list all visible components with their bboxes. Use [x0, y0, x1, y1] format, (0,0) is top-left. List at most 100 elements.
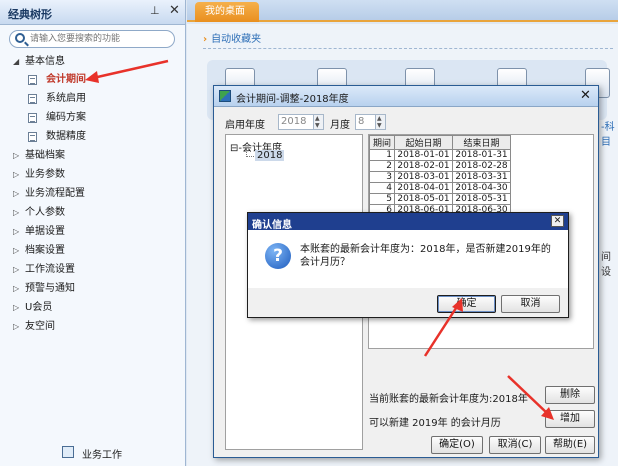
close-icon[interactable]: ✕ [551, 215, 564, 227]
business-work-icon [62, 446, 74, 458]
table-cell: 2018-04-01 [394, 182, 453, 194]
caret-right-icon: ▷ [13, 246, 20, 255]
tree-item-label: 会计期间 [46, 74, 86, 85]
chevron-right-icon: › [203, 34, 208, 45]
help-button[interactable]: 帮助(E) [545, 436, 595, 454]
column-header[interactable]: 结束日期 [452, 135, 511, 150]
spinner-buttons[interactable]: ▲ ▼ [313, 115, 323, 129]
caret-right-icon: ▷ [13, 303, 20, 312]
tree-connector [246, 149, 254, 157]
table-row[interactable]: 2 2018-02-01 2018-02-28 [369, 160, 511, 172]
document-icon [28, 94, 37, 104]
caret-right-icon: ▷ [13, 189, 20, 198]
table-cell: 3 [369, 171, 395, 183]
document-icon [28, 132, 37, 142]
tab-strip: 我的桌面 [187, 0, 618, 22]
column-header[interactable]: 起始日期 [394, 135, 453, 150]
table-cell: 5 [369, 193, 395, 205]
cancel-button[interactable]: 取消(C) [489, 436, 541, 454]
table-cell: 2018-01-01 [394, 149, 453, 161]
tree-item-label: 系统启用 [46, 93, 86, 104]
caret-down-icon: ◢ [13, 57, 20, 66]
sidebar: 经典树形 ⊥ ✕ ◢ 基本信息 会计期间 系统启用 编码方案 数据精度 ▷ 基础档… [0, 0, 186, 466]
sidebar-header: 经典树形 ⊥ ✕ [0, 0, 185, 25]
start-year-input[interactable] [281, 116, 313, 127]
month-input[interactable] [358, 116, 375, 127]
tree-group-label: 单据设置 [25, 226, 65, 237]
tree-group-label: 预警与通知 [25, 283, 75, 294]
search-icon [15, 33, 25, 43]
table-row[interactable]: 3 2018-03-01 2018-03-31 [369, 171, 511, 183]
caret-right-icon: ▷ [13, 265, 20, 274]
spin-down-icon: ▼ [315, 122, 320, 129]
search-input[interactable] [30, 32, 170, 46]
ok-button[interactable]: 确定(O) [431, 436, 483, 454]
month-label: 月度 [330, 120, 350, 131]
caret-right-icon: ▷ [13, 227, 20, 236]
message-box-body: ? 本账套的最新会计年度为：2018年，是否新建2019年的会计月历？ [248, 230, 568, 288]
tree-group-label: 基础档案 [25, 150, 65, 161]
app-icon [219, 90, 231, 102]
month-spinner[interactable]: ▲▼ [355, 114, 386, 130]
confirm-message-box: 确认信息 ✕ ? 本账套的最新会计年度为：2018年，是否新建2019年的会计月… [247, 212, 569, 318]
pin-icon[interactable]: ⊥ [150, 4, 160, 17]
close-icon[interactable]: ✕ [580, 88, 591, 103]
sidebar-footer-business-work[interactable]: 业务工作 [0, 442, 186, 464]
dialog-title: 会计期间-调整-2018年度 [236, 94, 349, 105]
close-icon[interactable]: ✕ [169, 3, 180, 18]
caret-right-icon: ▷ [13, 208, 20, 217]
search-box[interactable] [9, 30, 175, 48]
tree-group-label: 友空间 [25, 321, 55, 332]
table-cell: 4 [369, 182, 395, 194]
table-cell: 2018-03-01 [394, 171, 453, 183]
tab-my-desktop[interactable]: 我的桌面 [195, 2, 259, 22]
start-year-label: 启用年度 [225, 120, 265, 131]
caret-right-icon: ▷ [13, 170, 20, 179]
caret-right-icon: ▷ [13, 151, 20, 160]
spin-up-icon: ▲ [315, 115, 320, 122]
document-icon [28, 75, 37, 85]
delete-button[interactable]: 删除 [545, 386, 595, 404]
tree-group-label: U会员 [25, 302, 53, 313]
table-cell: 1 [369, 149, 395, 161]
spin-up-icon: ▲ [377, 115, 382, 122]
shortcut-label: 间 设 [601, 252, 611, 278]
tree-item-label: 编码方案 [46, 112, 86, 123]
sidebar-footer-label: 业务工作 [82, 450, 122, 461]
table-cell: 2018-05-01 [394, 193, 453, 205]
confirm-ok-button[interactable]: 确定 [437, 295, 496, 313]
table-row[interactable]: 4 2018-04-01 2018-04-30 [369, 182, 511, 194]
table-cell: 2018-04-30 [452, 182, 511, 194]
table-row[interactable]: 5 2018-05-01 2018-05-31 [369, 193, 511, 205]
table-cell: 2 [369, 160, 395, 172]
tree-group-label: 业务流程配置 [25, 188, 85, 199]
favorites-label: 自动收藏夹 [211, 34, 262, 45]
tree-group-label: 基本信息 [25, 56, 65, 67]
message-text: 本账套的最新会计年度为：2018年，是否新建2019年的会计月历？ [300, 244, 551, 268]
table-row[interactable]: 1 2018-01-01 2018-01-31 [369, 149, 511, 161]
divider [203, 48, 613, 49]
tree-group-label: 业务参数 [25, 169, 65, 180]
message-box-title: 确认信息 [252, 220, 292, 231]
tree-node-2018[interactable]: 2018 [255, 150, 285, 161]
dialog-title-bar[interactable]: 会计期间-调整-2018年度 ✕ [214, 86, 598, 107]
shortcut-label: -科目 [601, 122, 615, 148]
tree-group-label: 个人参数 [25, 207, 65, 218]
caret-right-icon: ▷ [13, 322, 20, 331]
spinner-buttons[interactable]: ▲ ▼ [375, 115, 385, 129]
latest-year-text: 当前账套的最新会计年度为:2018年 [369, 394, 528, 405]
favorites-bar[interactable]: › 自动收藏夹 [203, 30, 261, 45]
column-header[interactable]: 期间 [369, 135, 395, 150]
start-year-spinner[interactable]: ▲▼ [278, 114, 324, 130]
table-cell: 2018-03-31 [452, 171, 511, 183]
table-cell: 2018-02-01 [394, 160, 453, 172]
tree-item-label: 数据精度 [46, 131, 86, 142]
confirm-cancel-button[interactable]: 取消 [501, 295, 560, 313]
document-icon [28, 113, 37, 123]
add-button[interactable]: 增加 [545, 410, 595, 428]
table-cell: 2018-01-31 [452, 149, 511, 161]
caret-right-icon: ▷ [13, 284, 20, 293]
question-icon: ? [265, 243, 291, 269]
message-box-title-bar[interactable]: 确认信息 ✕ [248, 213, 568, 231]
tree-group-label: 档案设置 [25, 245, 65, 256]
